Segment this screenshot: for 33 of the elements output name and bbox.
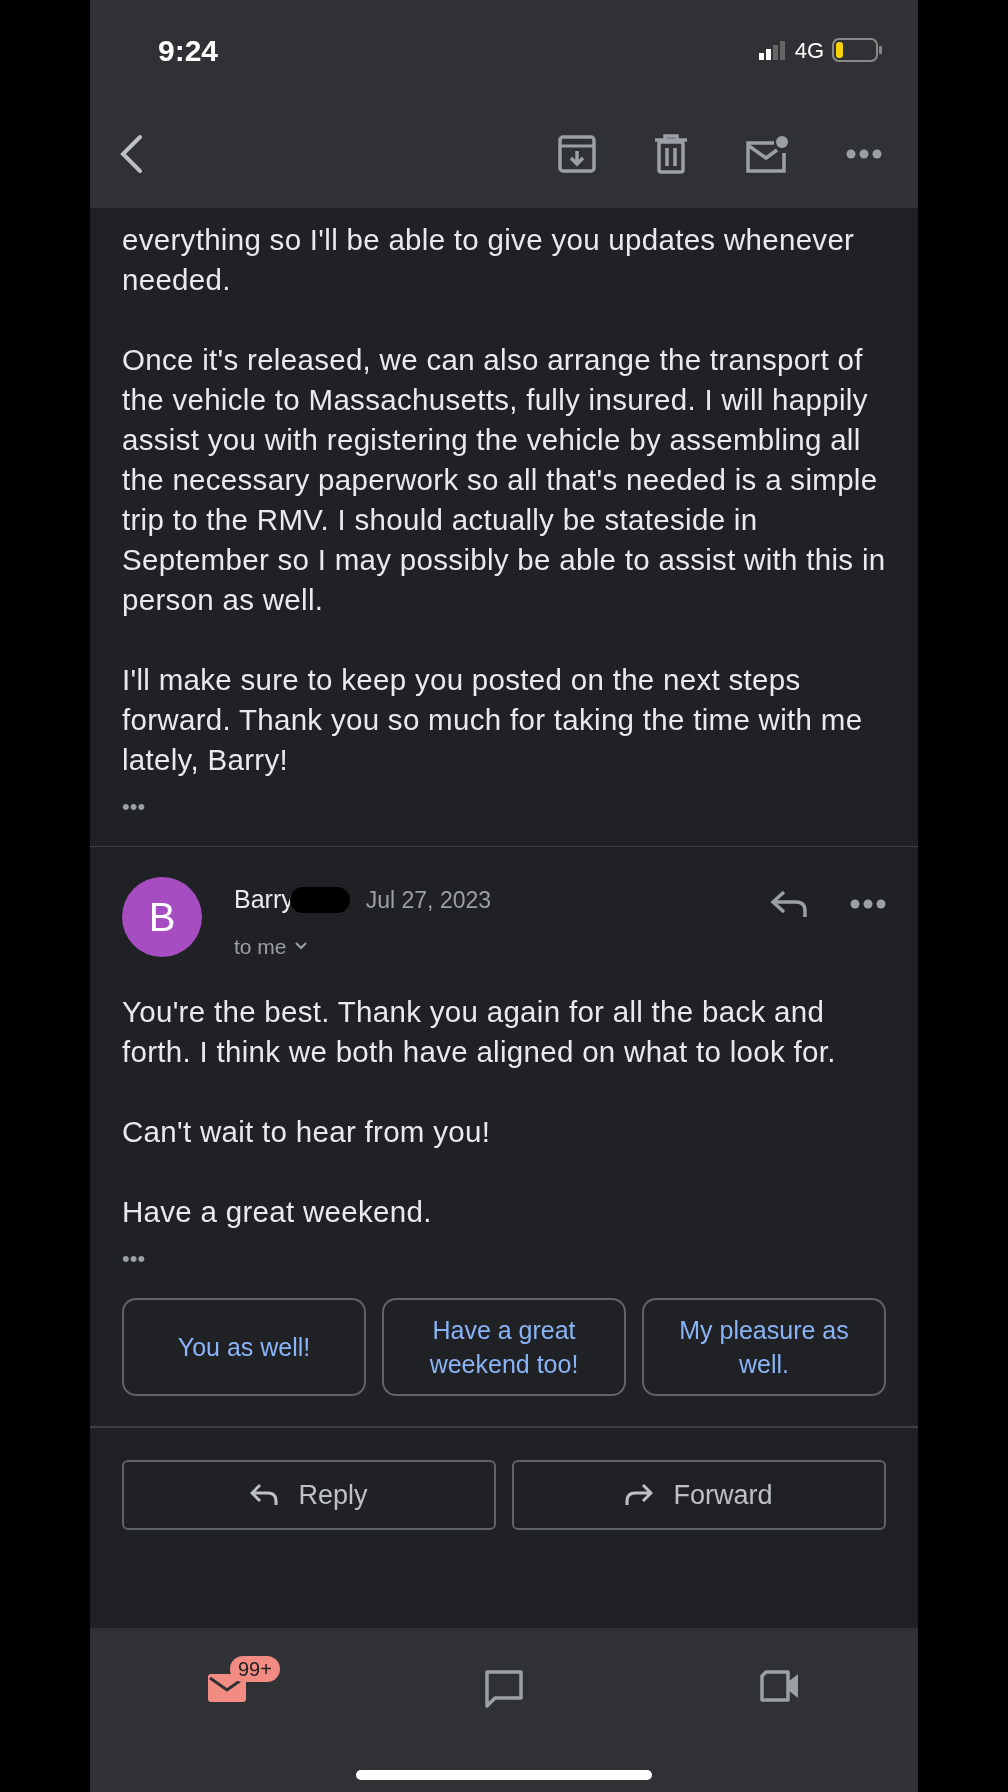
- smart-reply-chip[interactable]: You as well!: [122, 1298, 366, 1396]
- reply-icon[interactable]: [770, 889, 808, 919]
- reply-button[interactable]: Reply: [122, 1460, 496, 1530]
- forward-button[interactable]: Forward: [512, 1460, 886, 1530]
- message-paragraph: You're the best. Thank you again for all the back and forth. I think we both have aligned on what to look for.: [122, 994, 837, 1070]
- battery-icon: [832, 38, 882, 62]
- recipient-toggle[interactable]: to me: [234, 930, 492, 962]
- chevron-down-icon: [294, 942, 307, 951]
- message-paragraph: Can't wait to hear from you!: [122, 1114, 492, 1150]
- message-date: Jul 27, 2023: [365, 885, 492, 915]
- more-icon[interactable]: [850, 899, 886, 909]
- message-paragraph: I'll make sure to keep you posted on the next steps forward. Thank you so much for taking the time with me lately, Barry!: [122, 662, 864, 778]
- trimmed-content-toggle[interactable]: •••: [122, 1248, 146, 1270]
- network-label: 4G: [794, 36, 824, 65]
- back-icon[interactable]: [118, 134, 144, 174]
- sender-name: Barry: [234, 884, 294, 915]
- trimmed-content-toggle[interactable]: •••: [122, 796, 146, 818]
- more-icon[interactable]: [846, 149, 882, 159]
- forward-arrow-icon: [625, 1483, 654, 1507]
- message-paragraph: Have a great weekend.: [122, 1194, 433, 1230]
- reply-arrow-icon: [250, 1483, 279, 1507]
- sender-avatar: B: [122, 877, 202, 957]
- mark-unread-icon[interactable]: [746, 135, 788, 173]
- smart-reply-chip[interactable]: Have a great weekend too!: [382, 1298, 626, 1396]
- signal-icon: [758, 40, 787, 60]
- smart-reply-chip[interactable]: My pleasure as well.: [642, 1298, 886, 1396]
- status-time: 9:24: [158, 32, 219, 69]
- archive-icon[interactable]: [558, 135, 596, 173]
- trash-icon[interactable]: [654, 134, 688, 174]
- chat-bubble-icon[interactable]: [483, 1668, 525, 1710]
- message-paragraph: Once it's released, we can also arrange the transport of the vehicle to Massachusetts, fully insured. I will happily assist you with registering the vehicle by assembling all the necessary paperwork so all that's needed is a simple trip to the RMV. I should actually be stateside in September so I may possibly be able to assist with this in person as well.: [122, 342, 886, 618]
- message-paragraph: everything so I'll be able to give you updates whenever needed.: [122, 222, 856, 298]
- unread-badge: 99+: [230, 1656, 280, 1682]
